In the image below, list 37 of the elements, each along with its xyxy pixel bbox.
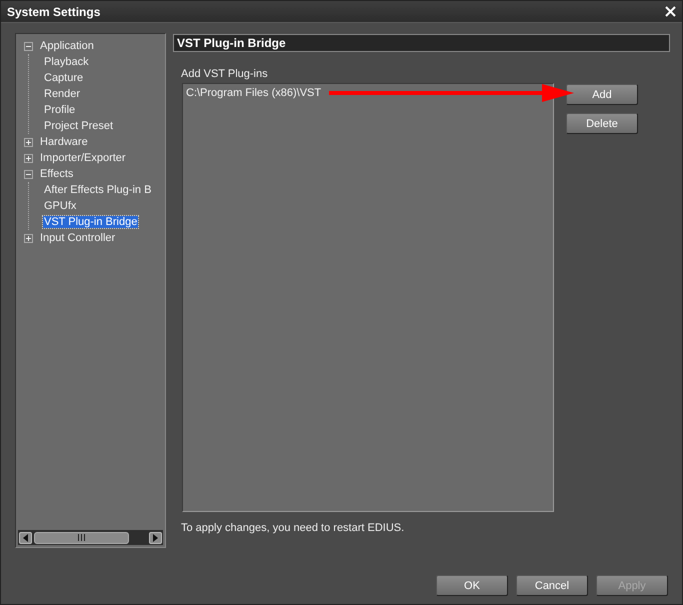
tree-item[interactable]: Importer/Exporter: [39, 152, 127, 164]
folder-path[interactable]: C:\Program Files (x86)\VST: [186, 87, 322, 99]
collapse-icon[interactable]: [24, 170, 33, 178]
expand-icon[interactable]: [24, 234, 33, 242]
left-arrow-icon: [23, 534, 28, 542]
dialog-button[interactable]: Delete: [566, 113, 638, 134]
close-button[interactable]: [665, 6, 676, 17]
window-title: System Settings: [7, 4, 100, 18]
tree-item[interactable]: GPUfx: [43, 200, 78, 212]
scroll-right-button[interactable]: [149, 532, 162, 544]
expand-icon[interactable]: [24, 154, 33, 162]
tree-item[interactable]: Render: [43, 88, 82, 100]
tree-item[interactable]: Hardware: [39, 136, 89, 148]
section-header: VST Plug-in Bridge: [173, 34, 670, 52]
expand-icon[interactable]: [24, 138, 33, 146]
scrollbar-thumb[interactable]: [34, 532, 129, 544]
dialog-button[interactable]: OK: [436, 575, 508, 596]
tree-item[interactable]: Profile: [43, 104, 76, 116]
tree-item[interactable]: Project Preset: [43, 120, 114, 132]
tree-item[interactable]: Capture: [43, 72, 84, 84]
collapse-icon[interactable]: [24, 42, 33, 50]
grip-icon: [78, 534, 85, 541]
horizontal-scrollbar[interactable]: [18, 530, 163, 545]
restart-note: To apply changes, you need to restart EDIUS.: [181, 522, 406, 534]
tree-item[interactable]: Playback: [43, 56, 90, 68]
tree-item[interactable]: Application: [39, 40, 95, 52]
list-label: Add VST Plug-ins: [181, 68, 269, 82]
tree-item[interactable]: VST Plug-in Bridge: [43, 216, 138, 228]
tree-item[interactable]: Effects: [39, 168, 74, 180]
scroll-left-button[interactable]: [19, 532, 32, 544]
tree-item[interactable]: After Effects Plug-in B: [43, 184, 152, 196]
dialog-button[interactable]: Add: [566, 84, 638, 105]
dialog-button[interactable]: Cancel: [516, 575, 588, 596]
close-icon: [665, 6, 676, 17]
plugin-folder-list[interactable]: C:\Program Files (x86)\VST: [182, 83, 554, 512]
right-arrow-icon: [153, 534, 158, 542]
tree-item[interactable]: Input Controller: [39, 232, 116, 244]
